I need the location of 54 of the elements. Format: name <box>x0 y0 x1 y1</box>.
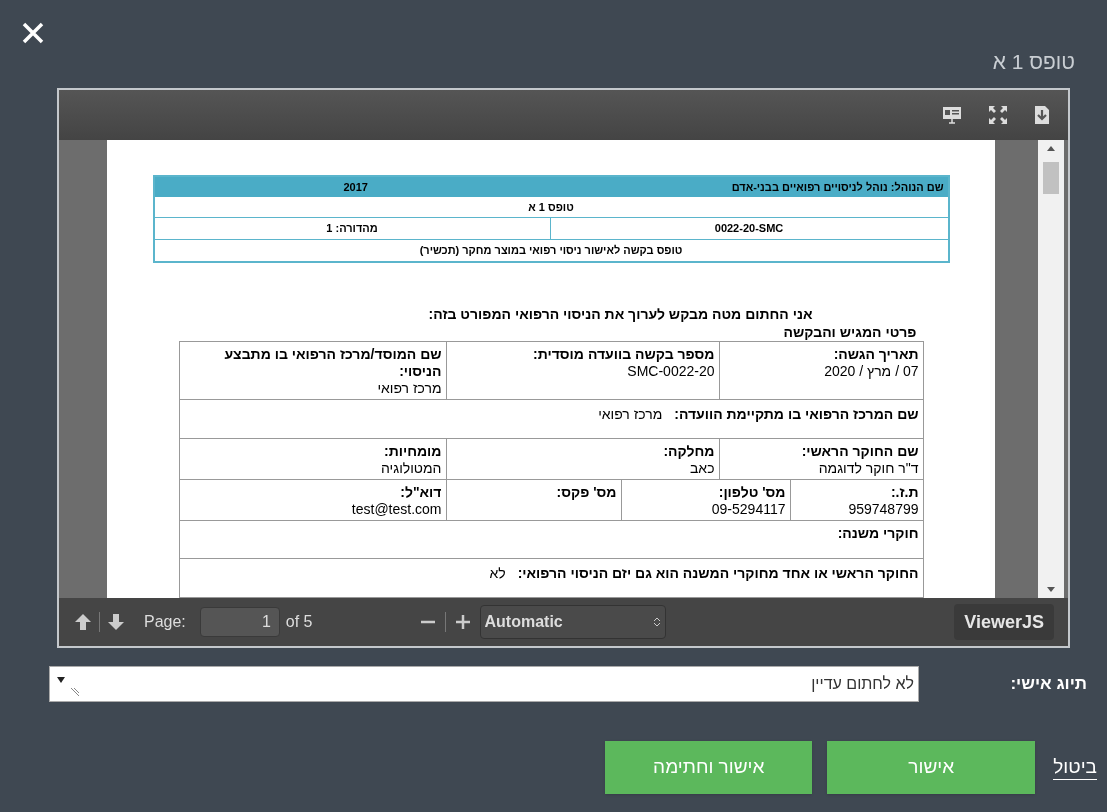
field-label: מספר בקשה בוועדה מוסדית: <box>532 346 715 363</box>
year-text: 2017 <box>343 179 368 195</box>
field-label: החוקר הראשי או אחד מחוקרי המשנה הוא גם יזם הניסוי הרפואי: <box>517 564 919 583</box>
section-title: פרטי המגיש והבקשה <box>782 323 917 341</box>
field-label: שם המוסד/מרכז הרפואי בו מתבצע הניסוי: <box>223 346 442 380</box>
field-label: חוקרי משנה: <box>836 525 919 542</box>
field-label: תאריך הגשה: <box>832 346 919 363</box>
presentation-icon[interactable] <box>942 106 962 124</box>
field-label: מחלקה: <box>662 443 715 460</box>
resize-grip-icon <box>70 687 80 697</box>
field-value: ד"ר חוקר לדוגמה <box>817 460 919 477</box>
field-label: מומחיות: <box>382 443 442 460</box>
field-label: שם המרכז הרפואי בו מתקיימת הוועדה: <box>674 405 919 424</box>
form-number: טופס 1 א <box>528 199 574 215</box>
scrollbar-thumb[interactable] <box>1043 162 1059 194</box>
fullscreen-icon[interactable] <box>988 105 1008 125</box>
field-value: מרכז רפואי <box>598 405 663 424</box>
page-label: Page: <box>144 612 186 632</box>
field-value: 959748799 <box>847 501 919 518</box>
field-label: דוא"ל: <box>399 484 442 501</box>
download-icon[interactable] <box>1034 105 1050 125</box>
up-arrow-icon[interactable] <box>73 612 93 632</box>
field-value: 07 / מרץ / 2020 <box>823 363 919 380</box>
field-label: שם החוקר הראשי: <box>800 443 919 460</box>
intro-text: אני החתום מטה מבקש לערוך את הניסוי הרפואי המפורט בזה: <box>427 305 813 323</box>
page-total: of 5 <box>285 612 313 632</box>
dialog-title: טופס 1 א <box>992 49 1075 70</box>
tag-label: תיוג אישי: <box>1009 673 1088 696</box>
zoom-select[interactable]: Automatic <box>479 605 666 639</box>
form-code: 0022-20-SMC <box>714 221 784 237</box>
field-label: מס' טלפון: <box>717 484 786 501</box>
viewerjs-button[interactable]: ViewerJS <box>954 604 1054 640</box>
field-value: מרכז רפואי <box>376 380 442 397</box>
field-value: המטולוגיה <box>380 460 442 477</box>
scrollbar[interactable] <box>1038 140 1064 598</box>
close-icon <box>22 22 44 44</box>
field-value: test@test.com <box>350 501 442 518</box>
cancel-link[interactable]: ביטול <box>1053 755 1097 780</box>
field-value: כאב <box>689 460 715 477</box>
field-value: 09-5294117 <box>710 501 786 518</box>
field-label: ת.ז.: <box>889 484 919 501</box>
zoom-in-icon[interactable] <box>453 613 472 631</box>
down-arrow-icon[interactable] <box>106 612 126 632</box>
procedure-name: שם הנוהל: נוהל לניסויים רפואיים בבני-אדם <box>731 179 944 195</box>
field-value: SMC-0022-20 <box>626 363 715 380</box>
version-text: מהדורה: 1 <box>326 221 378 237</box>
dropdown-arrow-icon <box>56 675 66 685</box>
close-button[interactable] <box>20 20 46 46</box>
page-number-field[interactable]: 1 <box>199 607 280 637</box>
field-value: לא <box>489 564 506 583</box>
form-subtitle: טופס בקשה לאישור ניסוי רפואי במוצר מחקר (תכשיר) <box>419 243 683 259</box>
field-label: מס' פקס: <box>555 484 617 501</box>
select-arrows-icon <box>652 616 661 628</box>
tag-dropdown[interactable]: לא לחתום עדיין <box>49 666 919 702</box>
